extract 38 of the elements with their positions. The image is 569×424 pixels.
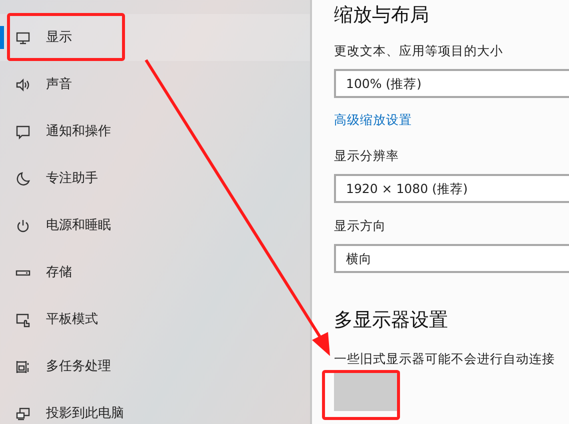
power-icon [15,218,31,234]
selection-indicator [0,26,4,49]
dropdown[interactable]: 100% (推荐) [334,69,569,98]
sidebar-item[interactable]: 电源和睡眠 [0,202,310,249]
sidebar-label: 声音 [46,76,72,94]
section-heading: 缩放与布局 [334,3,430,28]
sidebar-label: 存储 [46,264,72,282]
dropdown[interactable]: 1920 × 1080 (推荐) [334,174,569,203]
tablet-icon [15,312,31,328]
project-icon [15,406,31,422]
section-heading: 多显示器设置 [334,308,449,333]
sidebar-label: 电源和睡眠 [46,216,111,234]
sidebar-label: 多任务处理 [46,358,111,376]
sidebar-item[interactable]: 投影到此电脑 [0,390,310,424]
monitor-icon [15,30,31,46]
sidebar-item[interactable]: 多任务处理 [0,343,310,390]
action-button[interactable] [334,371,400,411]
sidebar-label: 专注助手 [46,170,98,188]
sidebar-item[interactable]: 声音 [0,61,310,108]
field-label: 显示分辨率 [334,147,400,165]
multitask-icon [15,358,31,374]
dropdown[interactable]: 横向 [334,244,569,273]
moon-icon [15,170,31,186]
speaker-icon [15,76,31,92]
sidebar-item[interactable]: 专注助手 [0,155,310,202]
sidebar-label: 平板模式 [46,310,98,328]
sidebar-item[interactable]: 平板模式 [0,296,310,343]
message-icon [15,124,31,140]
sidebar-label: 通知和操作 [46,122,111,140]
settings-link[interactable]: 高级缩放设置 [334,111,412,129]
sidebar-label: 投影到此电脑 [46,404,124,422]
field-label: 显示方向 [334,217,387,235]
field-label: 更改文本、应用等项目的大小 [334,42,504,60]
sidebar-label: 显示 [46,28,72,46]
sidebar-item[interactable]: 显示 [0,14,310,61]
sidebar-item[interactable]: 存储 [0,249,310,296]
sidebar-item[interactable]: 通知和操作 [0,108,310,155]
description-text: 一些旧式显示器可能不会进行自动连接 [334,350,556,368]
